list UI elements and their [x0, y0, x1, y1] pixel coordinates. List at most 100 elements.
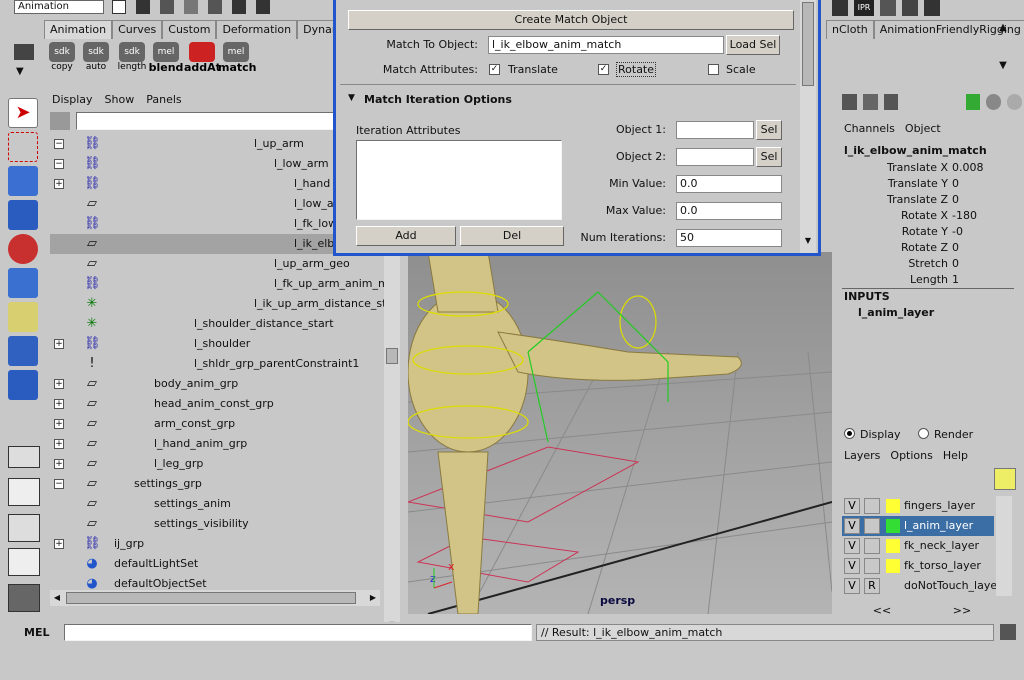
channel-box-menu-object[interactable]: Object: [905, 122, 941, 135]
manipulator-tool-icon[interactable]: [8, 302, 38, 332]
translate-checkbox[interactable]: ✓: [489, 64, 500, 75]
show-manipulator-icon[interactable]: [8, 370, 38, 400]
render-radio[interactable]: [918, 428, 929, 439]
select-icon[interactable]: [160, 0, 174, 14]
attribute-editor-icon[interactable]: [924, 0, 940, 16]
object1-sel-button[interactable]: Sel: [756, 120, 782, 140]
scroll-thumb[interactable]: [386, 348, 398, 364]
channel-value[interactable]: 0: [952, 240, 959, 256]
shelf-menu-icon[interactable]: ▼: [16, 66, 24, 77]
expand-icon[interactable]: +: [54, 399, 64, 409]
channel-value[interactable]: 0: [952, 192, 959, 208]
snap-curve-icon[interactable]: [208, 0, 222, 14]
channel-row[interactable]: Translate X 0.008: [844, 160, 1014, 176]
table-row[interactable]: + ⛓ ij_grp: [50, 534, 384, 554]
channel-row[interactable]: Length 1: [844, 272, 1014, 288]
layer-row[interactable]: V fk_torso_layer: [842, 556, 994, 576]
expand-icon[interactable]: −: [54, 159, 64, 169]
single-pane-layout-icon[interactable]: [8, 446, 40, 468]
file-icon[interactable]: [112, 0, 126, 14]
table-row[interactable]: + ▱ l_leg_grp: [50, 454, 384, 474]
layer-row[interactable]: V R doNotTouch_layer: [842, 576, 1002, 596]
ipr-icon[interactable]: [256, 0, 270, 14]
perspective-viewport[interactable]: z x persp: [408, 252, 832, 614]
del-attribute-button[interactable]: Del: [460, 226, 564, 246]
table-row[interactable]: + ▱ body_anim_grp: [50, 374, 384, 394]
outliner-menu-show[interactable]: Show: [105, 93, 135, 106]
layer-color-swatch[interactable]: [886, 499, 900, 513]
scroll-left-icon[interactable]: ◀: [50, 590, 64, 606]
add-attribute-button[interactable]: Add: [356, 226, 456, 246]
sdk-auto-button[interactable]: sdk auto: [80, 42, 112, 76]
mel-blend-button[interactable]: mel blend: [148, 42, 184, 76]
scroll-right-icon[interactable]: ▶: [366, 590, 380, 606]
layer-color-swatch[interactable]: [886, 579, 900, 593]
rotate-checkbox[interactable]: ✓: [598, 64, 609, 75]
mel-label[interactable]: MEL: [24, 626, 49, 639]
save-icon[interactable]: [136, 0, 150, 14]
channel-value[interactable]: 1: [952, 272, 959, 288]
script-editor-icon[interactable]: [1000, 624, 1016, 640]
scale-checkbox[interactable]: [708, 64, 719, 75]
layer-reference-toggle[interactable]: [864, 498, 880, 514]
shelf-tab-custom[interactable]: Custom: [162, 20, 217, 39]
layer-reference-toggle[interactable]: [864, 558, 880, 574]
hypergraph-layout-icon[interactable]: [8, 584, 40, 612]
shelf-tab-animation[interactable]: Animation: [44, 20, 113, 39]
outliner-menu-display[interactable]: Display: [52, 93, 93, 106]
lasso-tool-icon[interactable]: [8, 132, 38, 162]
object1-field[interactable]: [676, 121, 754, 139]
dialog-vertical-scrollbar[interactable]: ▼: [800, 0, 816, 253]
select-tool-icon[interactable]: ➤: [8, 98, 38, 128]
shelf-tab-ncloth[interactable]: nCloth: [826, 20, 874, 39]
expand-icon[interactable]: +: [54, 419, 64, 429]
paint-select-tool-icon[interactable]: [8, 166, 38, 196]
outliner-horizontal-scrollbar[interactable]: ◀ ▶: [50, 590, 380, 606]
layer-menu-layers[interactable]: Layers: [844, 449, 880, 462]
table-row[interactable]: ⛓ l_fk_up_arm_anim_ma: [50, 274, 384, 294]
table-row[interactable]: + ▱ head_anim_const_grp: [50, 394, 384, 414]
expand-icon[interactable]: +: [54, 379, 64, 389]
layer-reference-toggle[interactable]: [864, 518, 880, 534]
shelf-tab-deformation[interactable]: Deformation: [216, 20, 298, 39]
layer-scrollbar[interactable]: [996, 496, 1012, 596]
table-row[interactable]: ✳ l_shoulder_distance_start: [50, 314, 384, 334]
filter-toggle-icon[interactable]: [50, 112, 70, 130]
layer-row[interactable]: V fk_neck_layer: [842, 536, 994, 556]
table-row[interactable]: − ▱ settings_grp: [50, 474, 384, 494]
expand-icon[interactable]: +: [54, 459, 64, 469]
table-row[interactable]: + ⛓ l_shoulder: [50, 334, 384, 354]
channel-row[interactable]: Rotate Y -0: [844, 224, 1014, 240]
scroll-thumb[interactable]: [802, 2, 814, 86]
table-row[interactable]: ▱ l_up_arm_geo: [50, 254, 384, 274]
sdk-length-button[interactable]: sdk length: [116, 42, 148, 76]
create-layer-icon[interactable]: [965, 94, 981, 110]
rotate-tool-icon[interactable]: [8, 234, 38, 264]
add-attr-button[interactable]: addAt: [184, 42, 221, 76]
command-input[interactable]: [64, 624, 532, 641]
layer-reference-toggle[interactable]: R: [864, 578, 880, 594]
object2-field[interactable]: [676, 148, 754, 166]
layer-color-swatch[interactable]: [886, 519, 900, 533]
expand-icon[interactable]: +: [54, 539, 64, 549]
render-layer-icon[interactable]: [986, 94, 1002, 110]
mel-match-button[interactable]: mel match: [218, 42, 257, 76]
channel-value[interactable]: 0: [952, 256, 959, 272]
display-radio[interactable]: [844, 428, 855, 439]
sdk-copy-button[interactable]: sdk copy: [46, 42, 78, 76]
layer-row[interactable]: V l_anim_layer: [842, 516, 994, 536]
four-pane-layout-icon[interactable]: [8, 478, 40, 506]
layer-row[interactable]: V fingers_layer: [842, 496, 994, 516]
outliner-layout-icon[interactable]: [8, 514, 40, 542]
num-iterations-field[interactable]: 50: [676, 229, 782, 247]
layer-menu-help[interactable]: Help: [943, 449, 968, 462]
shelf-editor-icon[interactable]: [14, 44, 34, 60]
min-value-field[interactable]: 0.0: [676, 175, 782, 193]
render-settings-icon[interactable]: [880, 0, 896, 16]
max-value-field[interactable]: 0.0: [676, 202, 782, 220]
expand-icon[interactable]: +: [54, 179, 64, 189]
layer-visibility-toggle[interactable]: V: [844, 578, 860, 594]
scroll-thumb[interactable]: [66, 592, 356, 604]
layer-visibility-toggle[interactable]: V: [844, 558, 860, 574]
scale-tool-icon[interactable]: [8, 268, 38, 298]
